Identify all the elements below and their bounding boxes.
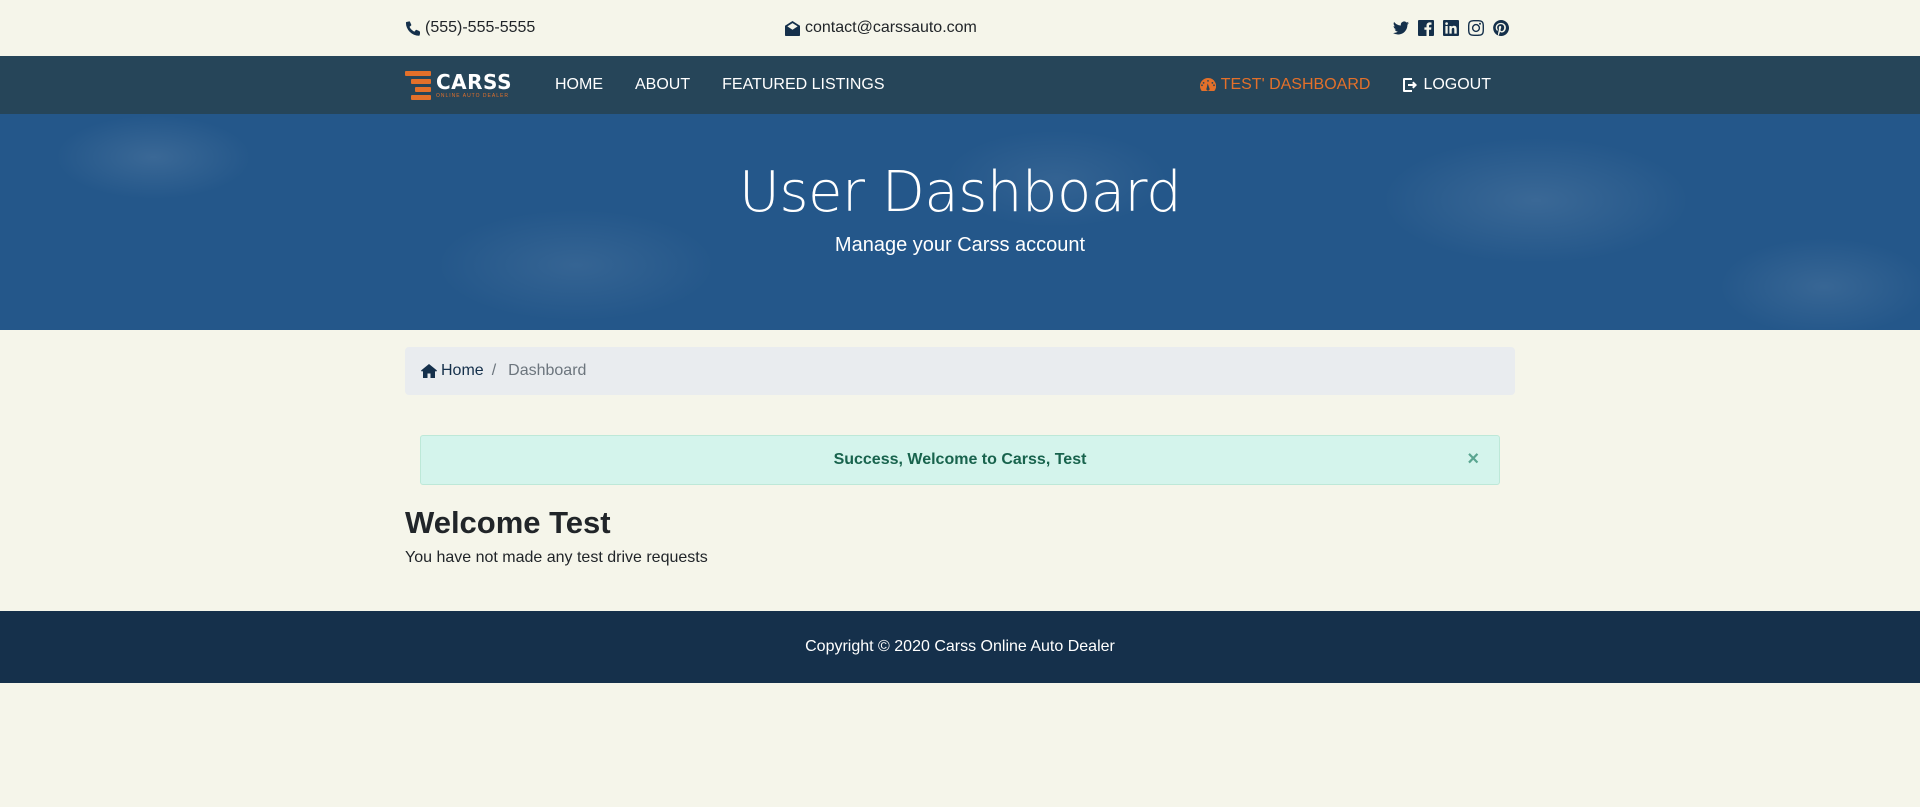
- linkedin-icon[interactable]: [1442, 20, 1459, 37]
- sign-out-icon: [1403, 78, 1418, 92]
- breadcrumb: Home / Dashboard: [405, 347, 1515, 395]
- main-navbar: CARSS ONLINE AUTO DEALER HOME ABOUT FEAT…: [0, 56, 1920, 114]
- close-icon[interactable]: ×: [1467, 448, 1479, 471]
- nav-link-featured-listings[interactable]: FEATURED LISTINGS: [722, 76, 884, 94]
- logout-label: LOGOUT: [1423, 76, 1491, 93]
- hero-banner: User Dashboard Manage your Carss account: [0, 114, 1920, 330]
- home-icon: [421, 364, 437, 378]
- envelope-open-icon: [785, 20, 800, 36]
- breadcrumb-separator: /: [491, 362, 497, 379]
- logo-subtext: ONLINE AUTO DEALER: [436, 92, 509, 99]
- phone-contact[interactable]: (555)-555-5555: [405, 19, 535, 37]
- no-requests-message: You have not made any test drive request…: [405, 549, 708, 566]
- success-alert: Success, Welcome to Carss, Test ×: [420, 435, 1500, 485]
- twitter-icon[interactable]: [1392, 20, 1409, 37]
- phone-icon: [405, 20, 420, 36]
- footer: Copyright © 2020 Carss Online Auto Deale…: [0, 611, 1920, 683]
- email-contact[interactable]: contact@carssauto.com: [785, 19, 977, 37]
- logo-mark-icon: [405, 70, 433, 100]
- nav-link-dashboard[interactable]: TEST' DASHBOARD: [1199, 76, 1371, 94]
- copyright-text: Copyright © 2020 Carss Online Auto Deale…: [805, 638, 1115, 655]
- nav-link-about[interactable]: ABOUT: [635, 76, 690, 94]
- welcome-heading: Welcome Test: [405, 505, 611, 540]
- topbar: (555)-555-5555 contact@carssauto.com: [0, 0, 1920, 56]
- social-links: [1392, 20, 1509, 37]
- page-subtitle: Manage your Carss account: [834, 233, 1086, 256]
- nav-user-links: TEST' DASHBOARD LOGOUT: [1168, 76, 1491, 94]
- email-address: contact@carssauto.com: [805, 19, 977, 36]
- alert-message: Success, Welcome to Carss, Test: [833, 451, 1087, 468]
- dashboard-label: TEST' DASHBOARD: [1220, 76, 1371, 93]
- page-title: User Dashboard: [738, 160, 1182, 225]
- nav-links: HOME ABOUT FEATURED LISTINGS: [555, 76, 917, 94]
- pinterest-icon[interactable]: [1492, 20, 1509, 37]
- tachometer-icon: [1199, 77, 1216, 91]
- breadcrumb-current: Dashboard: [508, 362, 587, 379]
- nav-link-logout[interactable]: LOGOUT: [1402, 76, 1491, 94]
- phone-number: (555)-555-5555: [425, 19, 536, 36]
- facebook-icon[interactable]: [1417, 20, 1434, 37]
- breadcrumb-home[interactable]: Home: [421, 362, 484, 380]
- instagram-icon[interactable]: [1467, 20, 1484, 37]
- breadcrumb-home-label: Home: [441, 362, 484, 379]
- logo-text: CARSS: [436, 69, 512, 94]
- nav-link-home[interactable]: HOME: [555, 76, 603, 94]
- carss-logo[interactable]: CARSS ONLINE AUTO DEALER: [405, 70, 525, 100]
